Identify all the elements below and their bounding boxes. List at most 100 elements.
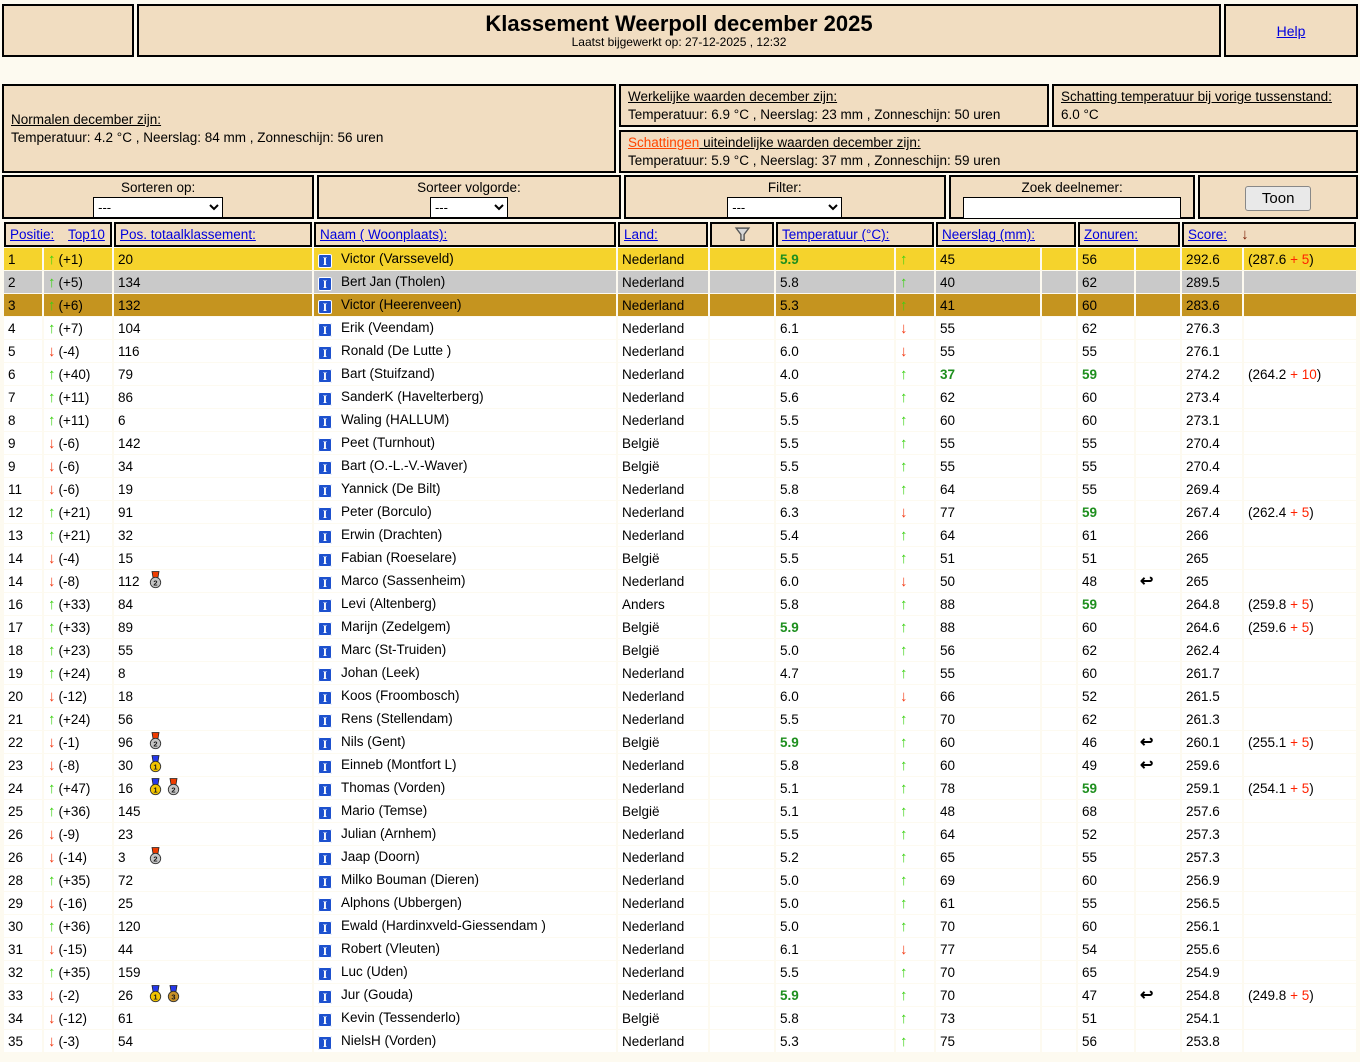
sort-box: Sorteren op: --- [2, 175, 315, 220]
temperatuur-sort-link[interactable]: Temperatuur (°C): [782, 227, 889, 242]
participant-info-icon[interactable]: I [318, 644, 332, 659]
cell-land-filter-gap [710, 915, 774, 938]
cell-score: 254.9 [1182, 961, 1243, 984]
previous-estimate-value: 6.0 °C [1061, 106, 1099, 122]
cell-redo [1136, 432, 1181, 455]
participant-info-icon[interactable]: I [318, 736, 332, 751]
participant-info-icon[interactable]: I [318, 276, 332, 291]
participant-info-icon[interactable]: I [318, 460, 332, 475]
sort-dropdown[interactable]: --- [93, 197, 224, 219]
totaal-value: 6 [118, 412, 126, 428]
participant-info-icon[interactable]: I [318, 368, 332, 383]
order-dropdown[interactable]: --- [429, 197, 508, 219]
up-arrow-icon: ↑ [48, 595, 56, 613]
cell-neerslag: 55 [936, 662, 1040, 685]
land-sort-link[interactable]: Land: [624, 227, 658, 242]
schattingen-link[interactable]: Schattingen [628, 135, 699, 150]
cell-score: 255.6 [1182, 938, 1243, 961]
naam-value: Mario (Temse) [341, 802, 428, 818]
naam-sort-link[interactable]: Naam ( Woonplaats): [320, 227, 447, 242]
cell-redo [1136, 524, 1181, 547]
participant-info-icon[interactable]: I [318, 1035, 332, 1050]
table-row: 3 ↑ (+6) 132 I Victor (Heerenveen) Nederland 5.… [4, 294, 1357, 317]
cell-redo [1136, 685, 1181, 708]
participant-info-icon[interactable]: I [318, 414, 332, 429]
down-arrow-icon: ↓ [48, 894, 56, 912]
participant-info-icon[interactable]: I [318, 828, 332, 843]
participant-info-icon[interactable]: I [318, 713, 332, 728]
top-bar: Klassement Weerpoll december 2025 Laatst… [2, 4, 1358, 57]
cell-land-filter-gap [710, 363, 774, 386]
participant-info-icon[interactable]: I [318, 989, 332, 1004]
pos-totaal-sort-link[interactable]: Pos. totaalklassement: [120, 227, 256, 242]
totaal-value: 20 [118, 251, 134, 267]
cell-score: 283.6 [1182, 294, 1243, 317]
cell-score: 254.8 [1182, 984, 1243, 1007]
totaal-value: 91 [118, 504, 134, 520]
cell-temperatuur: 5.6 [776, 386, 894, 409]
participant-info-icon[interactable]: I [318, 851, 332, 866]
cell-redo [1136, 823, 1181, 846]
participant-info-icon[interactable]: I [318, 345, 332, 360]
participant-info-icon[interactable]: I [318, 667, 332, 682]
participant-info-icon[interactable]: I [318, 805, 332, 820]
participant-info-icon[interactable]: I [318, 575, 332, 590]
funnel-icon [734, 227, 751, 243]
participant-info-icon[interactable]: I [318, 598, 332, 613]
cell-score: 266 [1182, 524, 1243, 547]
filter-dropdown[interactable]: --- [727, 197, 843, 219]
cell-neerslag-gap [1042, 685, 1077, 708]
participant-info-icon[interactable]: I [318, 529, 332, 544]
participant-info-icon[interactable]: I [318, 920, 332, 935]
cell-pos-totaal: 120 [114, 915, 312, 938]
cell-redo [1136, 708, 1181, 731]
totaal-value: 79 [118, 366, 134, 382]
cell-top10-change: ↓ (-15) [44, 938, 112, 961]
zonuren-sort-link[interactable]: Zonuren: [1084, 227, 1138, 242]
bonus-value: + 5 [1290, 734, 1310, 750]
participant-info-icon[interactable]: I [318, 322, 332, 337]
cell-pos-totaal: 159 [114, 961, 312, 984]
cell-naam: I Jur (Gouda) [314, 984, 616, 1007]
participant-info-icon[interactable]: I [318, 437, 332, 452]
neerslag-sort-link[interactable]: Neerslag (mm): [942, 227, 1035, 242]
search-input[interactable] [963, 197, 1182, 220]
cell-score: 273.1 [1182, 409, 1243, 432]
table-row: 26 ↓ (-14) 3 2 I Jaap (Doorn) Nederland 5.2 ↑ 65 55… [4, 846, 1357, 869]
positie-sort-link[interactable]: Positie: [10, 227, 54, 242]
participant-info-icon[interactable]: I [318, 621, 332, 636]
naam-value: Fabian (Roeselare) [341, 549, 457, 565]
participant-info-icon[interactable]: I [318, 759, 332, 774]
up-arrow-icon: ↑ [900, 710, 908, 728]
participant-info-icon[interactable]: I [318, 966, 332, 981]
participant-info-icon[interactable]: I [318, 943, 332, 958]
participant-info-icon[interactable]: I [318, 552, 332, 567]
land-filter-button[interactable] [710, 222, 774, 248]
participant-info-icon[interactable]: I [318, 690, 332, 705]
participant-info-icon[interactable]: I [318, 874, 332, 889]
help-link[interactable]: Help [1277, 23, 1306, 39]
participant-info-icon[interactable]: I [318, 506, 332, 521]
show-button[interactable]: Toon [1244, 186, 1312, 212]
participant-info-icon[interactable]: I [318, 1012, 332, 1027]
table-row: 24 ↑ (+47) 16 1 2 I Thomas (Vorden) Nederland 5.1… [4, 777, 1357, 800]
score-sort-link[interactable]: Score: [1188, 227, 1227, 242]
participant-info-icon[interactable]: I [318, 782, 332, 797]
cell-land: Nederland [618, 386, 708, 409]
naam-value: Victor (Varsseveld) [341, 250, 454, 266]
participant-info-icon[interactable]: I [318, 391, 332, 406]
participant-info-icon[interactable]: I [318, 897, 332, 912]
cell-neerslag: 70 [936, 915, 1040, 938]
change-value: (-1) [58, 734, 80, 750]
cell-neerslag-gap [1042, 708, 1077, 731]
cell-naam: I Yannick (De Bilt) [314, 478, 616, 501]
participant-info-icon[interactable]: I [318, 299, 332, 314]
cell-pos-totaal: 145 [114, 800, 312, 823]
totaal-value: 142 [118, 435, 141, 451]
participant-info-icon[interactable]: I [318, 253, 332, 268]
top10-sort-link[interactable]: Top10 [68, 227, 105, 242]
cell-temperatuur: 5.9 [776, 984, 894, 1007]
change-value: (+7) [58, 320, 83, 336]
cell-land-filter-gap [710, 501, 774, 524]
participant-info-icon[interactable]: I [318, 483, 332, 498]
